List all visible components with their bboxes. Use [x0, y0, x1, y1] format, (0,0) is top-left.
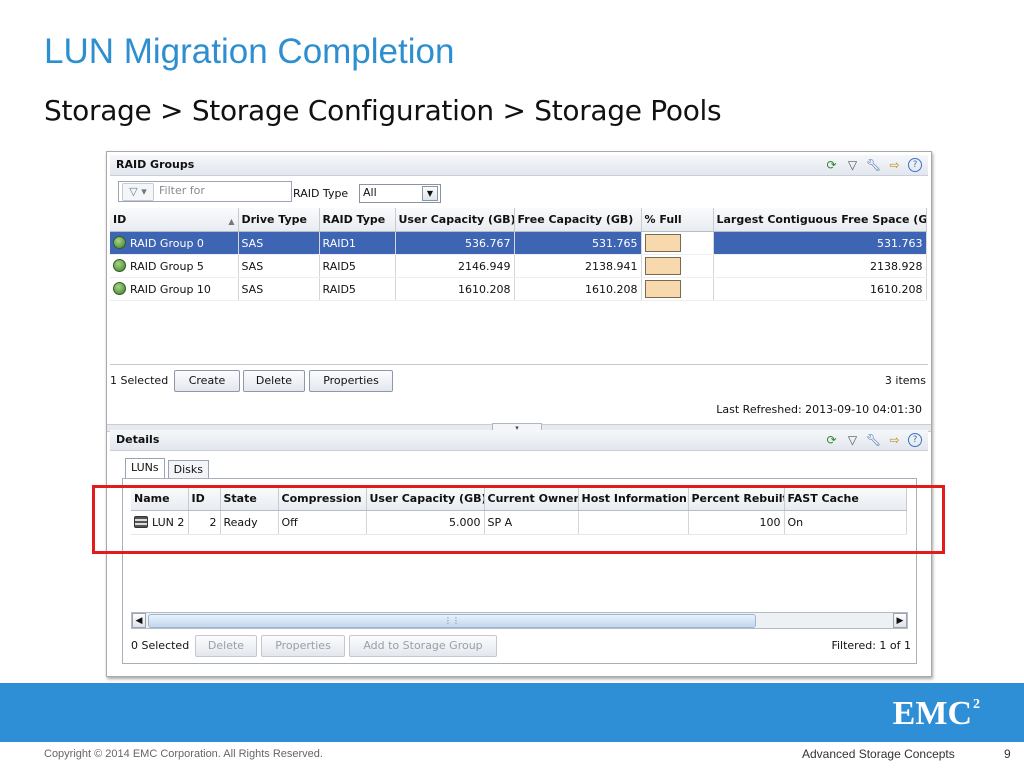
slide-subtitle-breadcrumb: Storage > Storage Configuration > Storag… — [44, 94, 722, 127]
percent-full-bar — [644, 280, 681, 298]
filter-placeholder: Filter for — [159, 184, 205, 197]
col-id[interactable]: ID ▲ — [110, 208, 239, 232]
raid-group-icon — [113, 259, 126, 272]
lun-delete-button[interactable]: Delete — [195, 635, 257, 657]
raid-groups-title: RAID Groups — [116, 158, 195, 171]
raid-type-select[interactable]: All ▼ — [359, 184, 441, 203]
copyright-text: Copyright © 2014 EMC Corporation. All Ri… — [44, 748, 323, 760]
lun-row-highlight-box — [92, 485, 945, 554]
filter-icon[interactable]: ▽ — [845, 433, 860, 447]
help-icon[interactable]: ? — [908, 433, 922, 447]
footer-band: EMC2 — [0, 683, 1024, 742]
tab-luns[interactable]: LUNs — [125, 458, 165, 479]
emc-logo: EMC2 — [892, 695, 980, 732]
col-largest-free[interactable]: Largest Contiguous Free Space (GB) — [713, 208, 927, 232]
tab-disks[interactable]: Disks — [167, 460, 209, 479]
details-toolbar: ⟳ ▽ 🔧︎ ⇨ ? — [824, 433, 922, 447]
add-to-storage-group-button[interactable]: Add to Storage Group — [349, 635, 497, 657]
raid-items-count: 3 items — [884, 374, 926, 387]
properties-button[interactable]: Properties — [309, 370, 393, 392]
raid-groups-table: ID ▲ Drive Type RAID Type User Capacity (… — [110, 208, 927, 301]
col-raid-type[interactable]: RAID Type — [319, 208, 396, 232]
export-icon[interactable]: ⇨ — [887, 433, 902, 447]
wrench-icon[interactable]: 🔧︎ — [866, 433, 881, 447]
course-name: Advanced Storage Concepts — [802, 747, 955, 761]
page-number: 9 — [1004, 747, 1011, 761]
scrollbar-thumb[interactable]: ⋮⋮ — [148, 614, 756, 628]
col-percent-full[interactable]: % Full — [641, 208, 714, 232]
unisphere-screenshot: RAID Groups ⟳ ▽ 🔧︎ ⇨ ? ▽ ▾ Filter for RA… — [106, 151, 932, 677]
raid-type-value: All — [363, 186, 377, 199]
create-button[interactable]: Create — [174, 370, 240, 392]
table-row[interactable]: RAID Group 0 SAS RAID1 536.767 531.765 5… — [110, 231, 927, 255]
percent-full-bar — [644, 257, 681, 275]
horizontal-scrollbar[interactable]: ◀ ⋮⋮ ▶ — [131, 612, 908, 629]
raid-group-icon — [113, 282, 126, 295]
filter-icon[interactable]: ▽ — [845, 158, 860, 172]
luns-filtered-count: Filtered: 1 of 1 — [831, 639, 911, 652]
chevron-down-icon[interactable]: ▼ — [422, 186, 438, 201]
raid-groups-header: RAID Groups ⟳ ▽ 🔧︎ ⇨ ? — [110, 155, 928, 176]
raid-table-bottom-border — [110, 364, 928, 365]
filter-input[interactable]: ▽ ▾ Filter for — [118, 181, 292, 202]
delete-button[interactable]: Delete — [243, 370, 305, 392]
col-user-capacity[interactable]: User Capacity (GB) — [395, 208, 515, 232]
help-icon[interactable]: ? — [908, 158, 922, 172]
luns-selected-count: 0 Selected — [131, 639, 190, 652]
raid-selected-count: 1 Selected — [110, 374, 169, 387]
export-icon[interactable]: ⇨ — [887, 158, 902, 172]
scroll-left-icon[interactable]: ◀ — [132, 613, 146, 628]
col-free-capacity[interactable]: Free Capacity (GB) — [514, 208, 642, 232]
details-tabs: LUNs Disks — [125, 458, 212, 479]
details-title: Details — [116, 433, 160, 446]
refresh-icon[interactable]: ⟳ — [824, 433, 839, 447]
filter-dropdown-icon[interactable]: ▽ ▾ — [122, 183, 154, 201]
table-row[interactable]: RAID Group 5 SAS RAID5 2146.949 2138.941… — [110, 254, 927, 278]
lun-properties-button[interactable]: Properties — [261, 635, 345, 657]
percent-full-bar — [644, 234, 681, 252]
raid-toolbar: ⟳ ▽ 🔧︎ ⇨ ? — [824, 158, 922, 172]
raid-type-label: RAID Type — [293, 187, 349, 200]
sort-asc-icon: ▲ — [228, 217, 235, 226]
table-row[interactable]: RAID Group 10 SAS RAID5 1610.208 1610.20… — [110, 277, 927, 301]
raid-group-icon — [113, 236, 126, 249]
slide-title: LUN Migration Completion — [44, 32, 455, 71]
scroll-right-icon[interactable]: ▶ — [893, 613, 907, 628]
last-refreshed: Last Refreshed: 2013-09-10 04:01:30 — [716, 403, 922, 416]
refresh-icon[interactable]: ⟳ — [824, 158, 839, 172]
details-header: Details ⟳ ▽ 🔧︎ ⇨ ? — [110, 430, 928, 451]
wrench-icon[interactable]: 🔧︎ — [866, 158, 881, 172]
col-drive-type[interactable]: Drive Type — [238, 208, 320, 232]
